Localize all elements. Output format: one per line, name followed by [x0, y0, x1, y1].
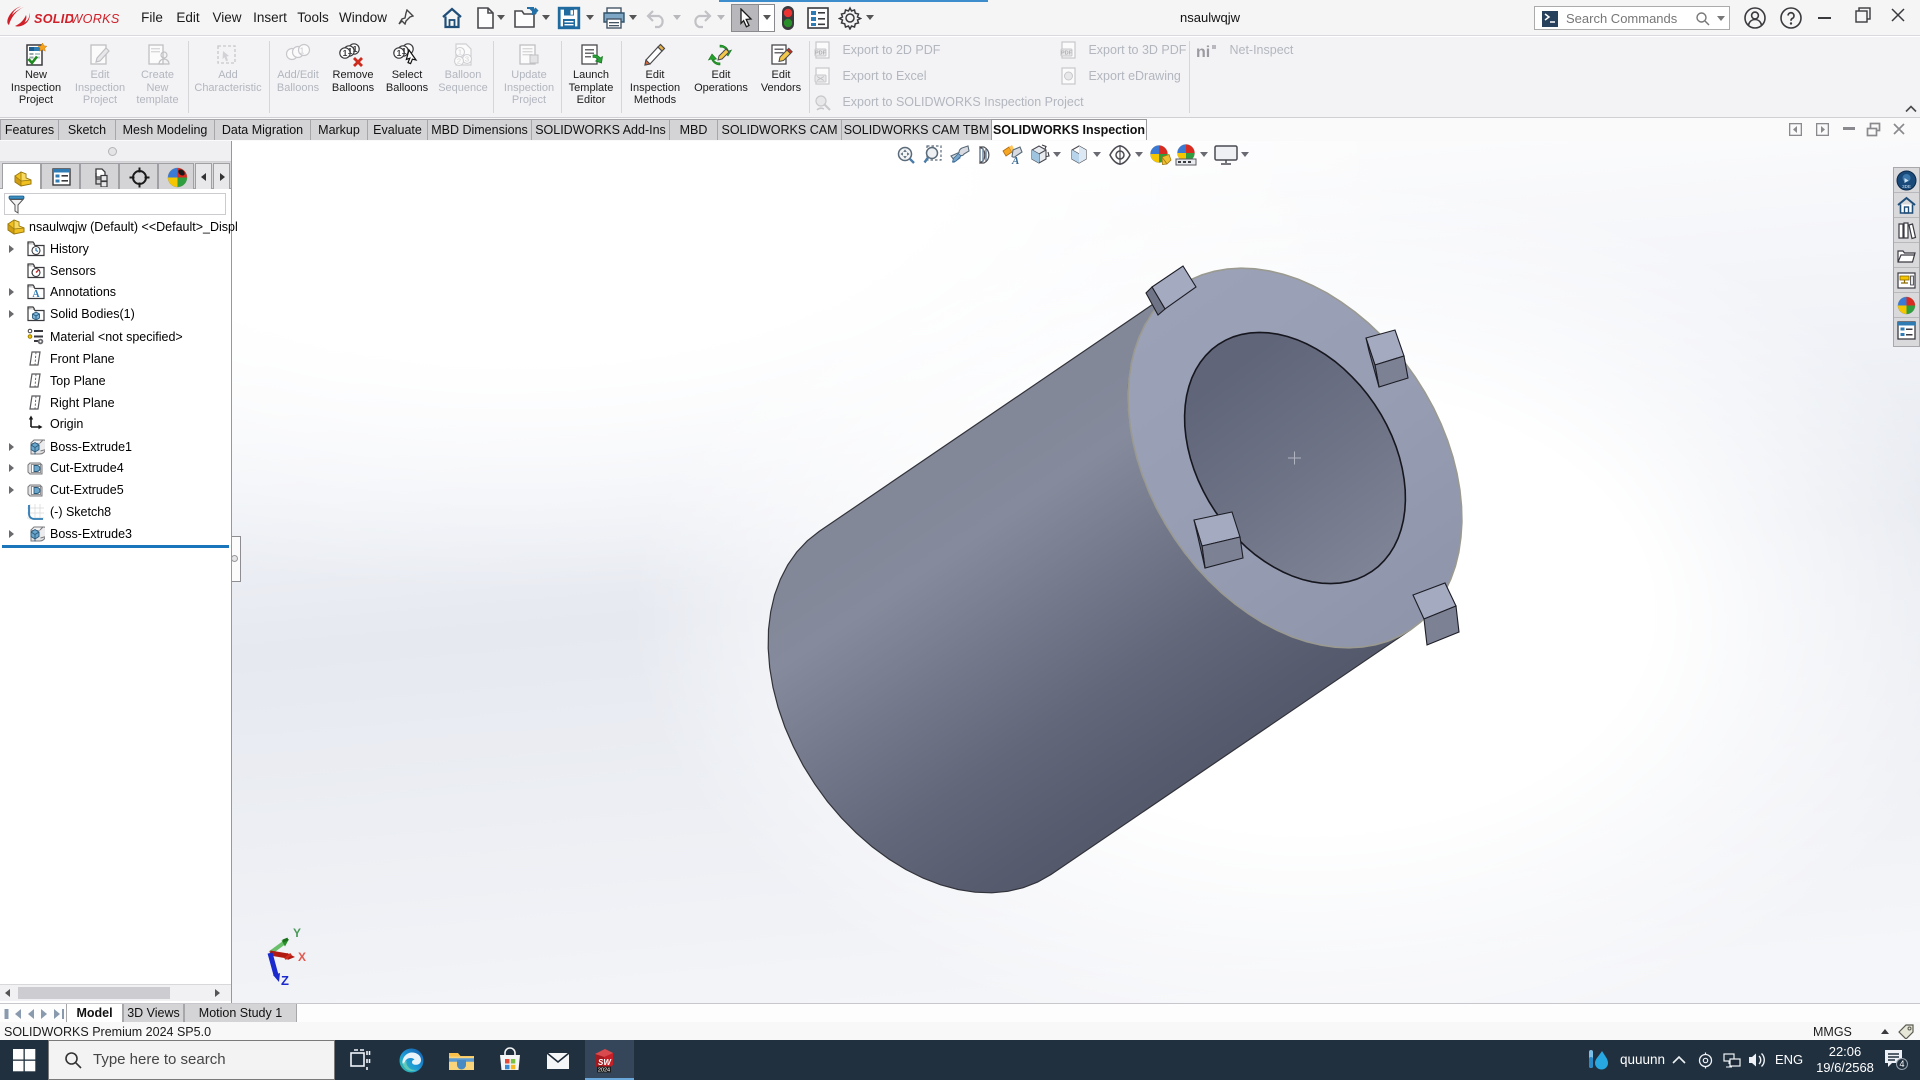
svg-text:2: 2: [457, 57, 461, 66]
svg-text:SW: SW: [598, 1058, 612, 1067]
svg-text:1: 1: [402, 46, 407, 56]
svg-text:PDF: PDF: [1061, 51, 1073, 57]
svg-text:Z: Z: [281, 973, 289, 985]
svg-text:1: 1: [300, 47, 305, 56]
svg-text:Y: Y: [293, 926, 301, 940]
svg-text:2024: 2024: [598, 1068, 610, 1074]
svg-text:SOLID: SOLID: [34, 12, 74, 26]
svg-text:A: A: [32, 289, 40, 300]
svg-text:PDF: PDF: [815, 51, 827, 57]
svg-text:A: A: [1011, 155, 1019, 166]
svg-text:4: 4: [1899, 1059, 1904, 1069]
svg-text:3DE: 3DE: [1902, 184, 1911, 189]
svg-text:3: 3: [465, 55, 469, 64]
svg-text:1: 1: [458, 48, 462, 57]
svg-text:X: X: [298, 950, 306, 964]
svg-text:ni: ni: [1196, 44, 1210, 60]
svg-text:WORKS: WORKS: [71, 12, 120, 26]
svg-text:1: 1: [353, 44, 358, 54]
